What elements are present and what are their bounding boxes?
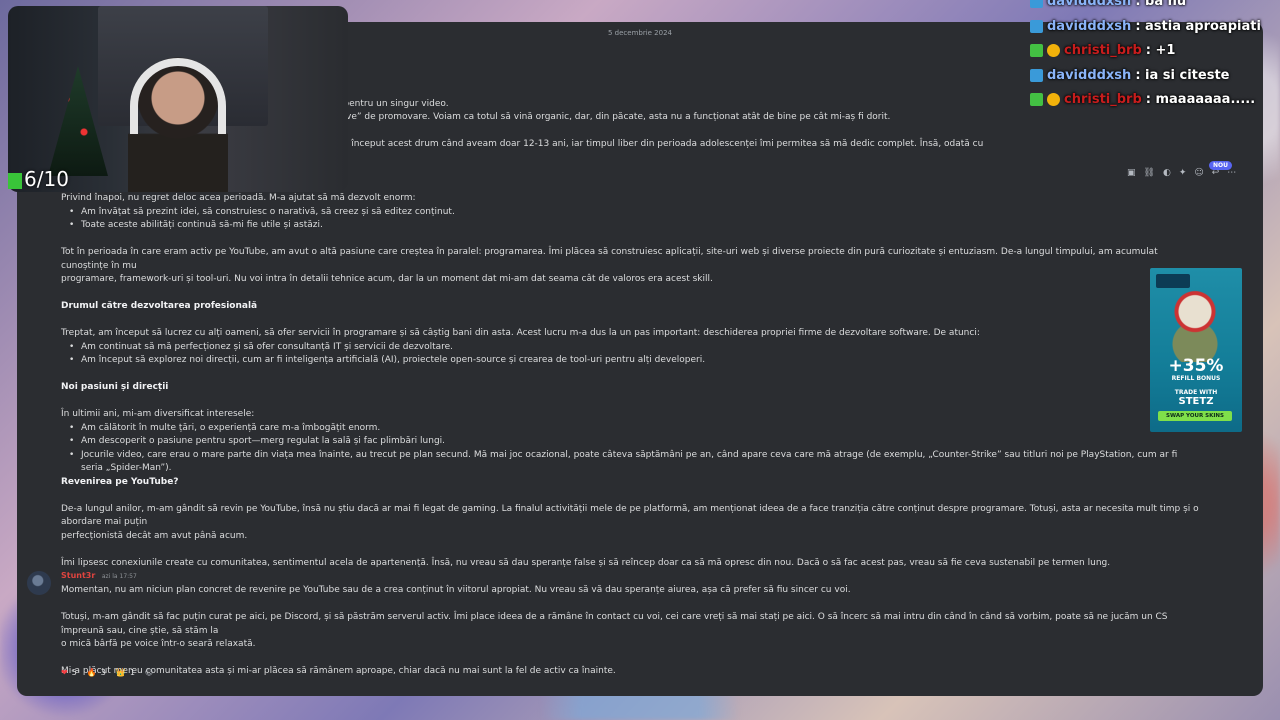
chat-message: christi_brb: maaaaaaa..... (1030, 92, 1255, 107)
avatar[interactable] (27, 571, 51, 595)
chat-username[interactable]: davidddxsh (1047, 19, 1131, 34)
chat-text: : ba nu (1135, 0, 1187, 9)
reaction-count: 1 (129, 668, 135, 677)
paragraph-line: Treptat, am început să lucrez cu alți oa… (61, 328, 980, 338)
message-body-2: Momentan, nu am niciun plan concret de r… (61, 584, 1201, 679)
gold-badge-icon (1047, 44, 1060, 57)
list-item: Am călătorit în multe țări, o experiență… (61, 422, 1201, 436)
paragraph-line: În ultimii ani, mi-am diversificat inter… (61, 409, 255, 419)
reaction-2[interactable]: 👑 1 (116, 668, 135, 677)
paragraph-line: Tot în perioada în care eram activ pe Yo… (61, 247, 1158, 271)
add-reaction-icon[interactable]: ☺ (145, 668, 153, 677)
app-icon[interactable]: ▣ (1127, 168, 1136, 178)
message-author: Stunt3r azi la 17:57 (61, 571, 137, 580)
reaction-count: 3 (100, 668, 106, 677)
green-badge-icon (1030, 93, 1043, 106)
section-heading: Drumul către dezvoltarea profesională (61, 301, 258, 311)
ad-cta-button[interactable]: SWAP YOUR SKINS (1158, 411, 1232, 421)
green-badge-icon (1030, 44, 1043, 57)
paragraph-line: Mi-a plăcut mereu comunitatea asta și mi… (61, 666, 616, 676)
paragraph-line: o mică bârfă pe voice într-o seară relax… (61, 639, 256, 649)
paragraph-line: Privind înapoi, nu regret deloc acea per… (61, 193, 416, 203)
hide-icon[interactable]: ◐ (1163, 168, 1171, 178)
paragraph-line: Momentan, nu am niciun plan concret de r… (61, 585, 851, 595)
list-item: Am descoperit o pasiune pentru sport—mer… (61, 435, 1201, 449)
reply-icon[interactable]: ↩ (1212, 168, 1220, 178)
chat-text: : maaaaaaa..... (1145, 92, 1256, 107)
reaction-emoji-icon: 🔥 (86, 668, 97, 677)
paragraph-line: Îmi lipsesc conexiunile create cu comuni… (61, 557, 1111, 568)
chat-text: : +1 (1145, 43, 1176, 58)
chat-username[interactable]: christi_brb (1064, 92, 1142, 107)
list-item: Toate aceste abilități continuă să-mi fi… (61, 219, 1201, 233)
blue-badge-icon (1030, 68, 1043, 82)
gold-badge-icon (1047, 93, 1060, 106)
chat-username[interactable]: davidddxsh (1047, 0, 1131, 9)
blue-badge-icon (1030, 0, 1043, 8)
chat-username[interactable]: davidddxsh (1047, 68, 1131, 83)
pin-icon[interactable]: ✦ (1179, 168, 1187, 178)
reaction-emoji-icon: ❤ (61, 668, 68, 677)
paragraph-line: programare, framework-uri și tool-uri. N… (61, 274, 713, 284)
reactions-bar: ❤ 5 🔥 3 👑 1 ☺ (61, 668, 153, 677)
link-icon[interactable]: ⛓ (1144, 168, 1155, 178)
list-item: Am continuat să mă perfecționez și să of… (61, 341, 1201, 355)
list-item: Am învățat să prezint idei, să construie… (61, 206, 1201, 220)
ad-banner[interactable]: +35% REFILL BONUS TRADE WITH STETZ SWAP … (1150, 268, 1242, 432)
overlay-score: 6/10 (8, 167, 69, 191)
more-icon[interactable]: ⋯ (1227, 168, 1236, 178)
section-heading: Revenirea pe YouTube? (61, 476, 179, 487)
webcam-overlay (8, 6, 348, 192)
chat-text: : ia si citeste (1135, 67, 1230, 83)
ad-headline: +35% (1168, 356, 1224, 376)
message-toolbar: ▣ ⛓ ◐ ✦ ☺ ↩ ⋯ (1127, 168, 1236, 178)
blue-badge-icon (1030, 19, 1043, 33)
paragraph-line: perfecționistă decât am avut până acum. (61, 530, 248, 541)
reaction-0[interactable]: ❤ 5 (61, 668, 77, 677)
reaction-emoji-icon: 👑 (115, 668, 126, 677)
paragraph-line: De-a lungul anilor, m-am gândit să revin… (61, 503, 1199, 528)
chat-username[interactable]: christi_brb (1064, 43, 1142, 58)
list-item: Jocurile video, care erau o mare parte d… (61, 449, 1201, 476)
ad-brand: STETZ (1178, 396, 1214, 407)
paragraph-line: Totuși, m-am gândit să fac puțin curat p… (61, 612, 1168, 636)
reaction-1[interactable]: 🔥 3 (87, 668, 106, 677)
react-icon[interactable]: ☺ (1194, 168, 1203, 178)
ad-sub: REFILL BONUS (1171, 375, 1221, 382)
chat-message: davidddxsh : astia aproapiati (1030, 19, 1261, 34)
chat-message: davidddxsh : ia si citeste (1030, 68, 1229, 83)
chat-message: davidddxsh : ba nu (1030, 0, 1186, 9)
rooster-mascot-icon (1164, 290, 1226, 362)
chat-text: : astia aproapiati (1135, 18, 1261, 34)
green-square-icon (8, 172, 22, 189)
ad-logo-icon (1156, 274, 1190, 288)
list-item: Am început să explorez noi direcții, cum… (61, 354, 1201, 368)
message-timestamp: azi la 17:57 (101, 573, 137, 580)
reaction-count: 5 (71, 668, 77, 677)
ad-trade: TRADE WITH (1174, 389, 1218, 396)
section-heading: Noi pasiuni și direcții (61, 382, 169, 392)
chat-message: christi_brb: +1 (1030, 43, 1175, 58)
author-name[interactable]: Stunt3r (61, 571, 95, 580)
